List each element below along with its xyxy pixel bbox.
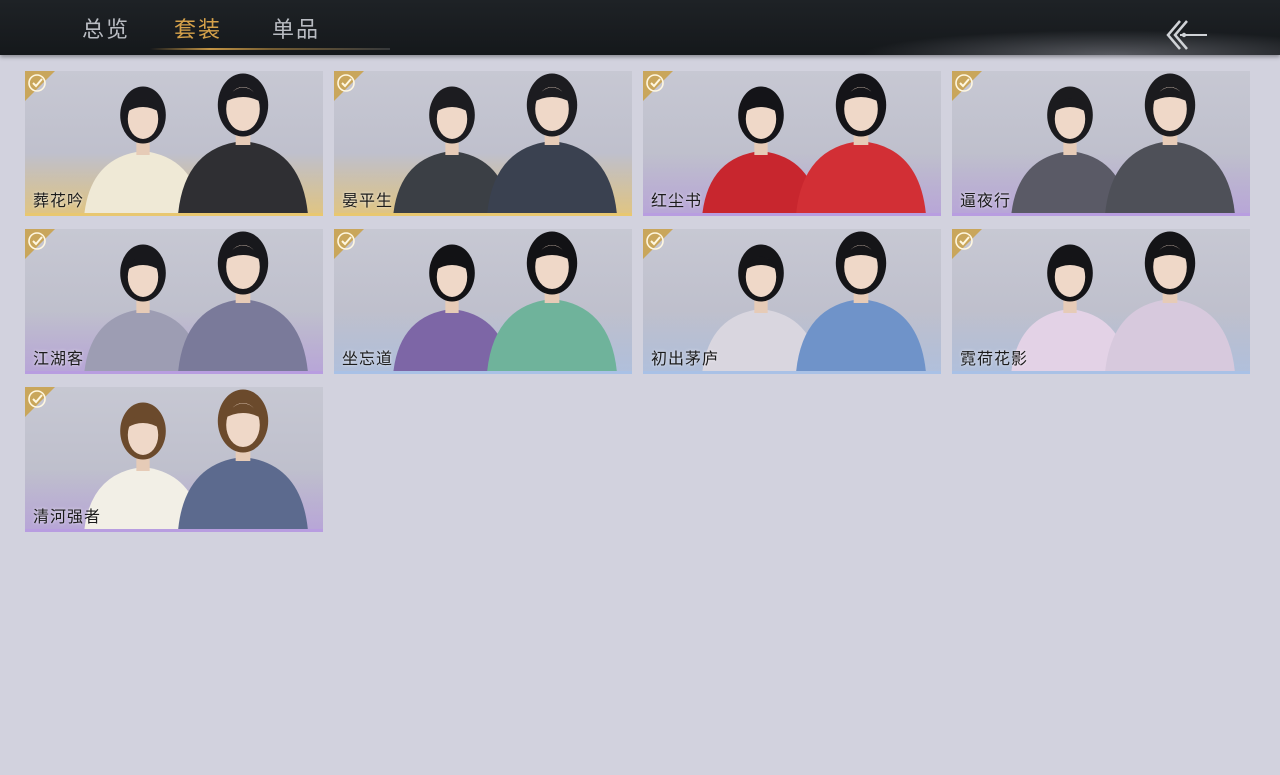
outfit-card[interactable]: 红尘书	[643, 71, 941, 216]
owned-check-icon	[643, 71, 673, 101]
outfit-name: 葬花吟	[33, 191, 85, 210]
owned-check-icon	[334, 71, 364, 101]
outfit-card[interactable]: 晏平生	[334, 71, 632, 216]
tab-sets[interactable]: 套装	[174, 12, 222, 48]
owned-check-icon	[25, 229, 55, 259]
outfit-portrait-image	[702, 73, 926, 213]
outfit-card[interactable]: 逼夜行	[952, 71, 1250, 216]
owned-check-icon	[643, 229, 673, 259]
owned-check-icon	[25, 71, 55, 101]
outfit-card[interactable]: 霓荷花影	[952, 229, 1250, 374]
outfit-name: 逼夜行	[960, 191, 1012, 210]
outfit-card[interactable]: 江湖客	[25, 229, 323, 374]
back-button[interactable]	[1162, 15, 1212, 55]
top-bar-haze	[860, 30, 1280, 55]
outfit-name: 晏平生	[342, 191, 394, 210]
owned-check-icon	[25, 387, 55, 417]
top-navigation-bar: 总览 套装 单品	[0, 0, 1280, 55]
outfit-name: 清河强者	[33, 507, 102, 526]
owned-check-icon	[334, 229, 364, 259]
outfit-portrait-image	[1011, 231, 1235, 371]
outfit-name: 初出茅庐	[651, 349, 720, 368]
owned-check-icon	[952, 229, 982, 259]
back-arrow-icon	[1166, 20, 1207, 50]
owned-check-icon	[952, 71, 982, 101]
active-tab-underline	[150, 48, 390, 50]
outfit-name: 红尘书	[651, 191, 703, 210]
tab-overview[interactable]: 总览	[82, 12, 130, 48]
outfit-portrait-image	[1011, 73, 1235, 213]
outfit-card[interactable]: 初出茅庐	[643, 229, 941, 374]
outfit-portrait-image	[393, 231, 617, 371]
outfit-card[interactable]: 清河强者	[25, 387, 323, 532]
outfit-name: 霓荷花影	[960, 349, 1029, 368]
outfit-portrait-image	[84, 231, 308, 371]
outfit-card[interactable]: 葬花吟	[25, 71, 323, 216]
outfit-name: 坐忘道	[342, 349, 394, 368]
outfit-name: 江湖客	[33, 349, 85, 368]
tab-items[interactable]: 单品	[272, 12, 320, 48]
outfit-portrait-image	[84, 389, 308, 529]
outfit-portrait-image	[84, 73, 308, 213]
outfit-card[interactable]: 坐忘道	[334, 229, 632, 374]
outfit-portrait-image	[702, 231, 926, 371]
outfit-portrait-image	[393, 73, 617, 213]
